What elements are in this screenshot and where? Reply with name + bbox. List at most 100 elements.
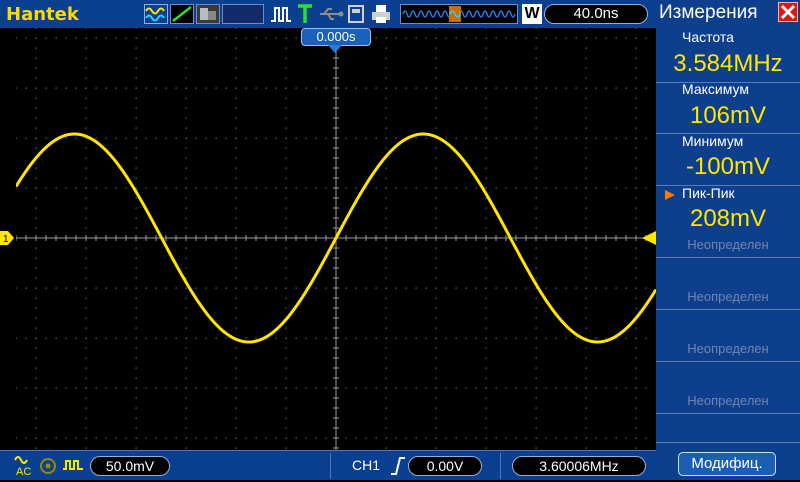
grid-dot [605,137,607,139]
grid-dot [325,287,327,289]
grid-dot [545,87,547,89]
grid-dot [585,227,587,229]
pulse-icon[interactable] [270,5,292,28]
grid-dot [345,187,347,189]
grid-dot [185,167,187,169]
waveform-gray-icon[interactable] [196,4,220,24]
grid-dot [525,137,527,139]
measurement-slot-undefined[interactable]: Неопределен [656,289,800,309]
grid-dot [185,57,187,59]
grid-dot [105,137,107,139]
grid-dot [485,247,487,249]
grid-dot [485,417,487,419]
grid-dot [545,287,547,289]
grid-dot [115,287,117,289]
grid-dot [35,327,37,329]
grid-dot [205,37,207,39]
trigger-level-value[interactable]: 0.00V [408,456,482,476]
grid-dot [405,37,407,39]
grid-dot [85,37,87,39]
grid-dot [485,277,487,279]
measurement-slot-undefined[interactable]: Неопределен [656,393,800,413]
grid-dot [35,227,37,229]
grid-dot [415,437,417,439]
grid-dot [135,77,137,79]
grid-dot [355,287,357,289]
grid-dot [185,147,187,149]
grid-dot [175,387,177,389]
grid-dot [25,187,27,189]
grid-dot [485,147,487,149]
volts-per-div[interactable]: 50.0mV [90,456,170,476]
grid-dot [475,387,477,389]
grid-dot [255,187,257,189]
grid-dot [435,367,437,369]
measurement-label-peak-to-peak[interactable]: Пик-Пик [656,185,800,205]
modify-button[interactable]: Модифиц. [678,452,776,476]
grid-dot [85,207,87,209]
ch1-level-marker[interactable]: 1 [0,231,14,245]
trigger-position-label[interactable]: 0.000s [301,28,371,46]
waveform-line-icon[interactable] [170,4,194,24]
printer-icon[interactable] [370,4,392,29]
grid-dot [125,187,127,189]
grid-dot [585,267,587,269]
grid-dot [285,187,287,189]
trigger-position-arrow-icon[interactable] [328,45,342,53]
close-icon[interactable] [778,2,798,22]
grid-dot [65,287,67,289]
grid-dot [435,257,437,259]
grid-dot [145,87,147,89]
grid-dot [545,187,547,189]
grid-dot [385,97,387,99]
grid-dot [125,137,127,139]
grid-dot [435,377,437,379]
memory-icon[interactable] [346,4,366,29]
grid-dot [405,87,407,89]
measurement-slot-undefined[interactable]: Неопределен [656,237,800,257]
grid-dot [155,87,157,89]
grid-dot [525,437,527,439]
grid-dot [75,387,77,389]
grid-dot [525,337,527,339]
grid-dot [435,327,437,329]
trigger-t-icon[interactable] [296,3,314,30]
grid-dot [645,137,647,139]
grid-dot [435,67,437,69]
waveform-ac-icon[interactable] [144,4,168,24]
trigger-edge-icon[interactable] [390,456,406,481]
grid-dot [435,307,437,309]
grid-dot [405,387,407,389]
trigger-channel[interactable]: CH1 [352,457,380,473]
grid-dot [635,117,637,119]
grid-dot [285,387,287,389]
grid-dot [505,137,507,139]
grid-dot [25,137,27,139]
memory-position-indicator[interactable] [400,4,518,24]
grid-dot [135,357,137,359]
grid-dot [385,127,387,129]
grid-dot [575,387,577,389]
grid-dot [185,137,187,139]
grid-dot [235,187,237,189]
measurement-slot-undefined[interactable]: Неопределен [656,341,800,361]
divider [500,453,501,479]
grid-dot [485,367,487,369]
grid-dot [485,197,487,199]
grid-dot [385,28,387,29]
grid-dot [435,97,437,99]
grid-dot [135,147,137,149]
grid-dot [185,297,187,299]
grid-dot [255,137,257,139]
grid-dot [385,277,387,279]
grid-dot [585,107,587,109]
grid-dot [325,337,327,339]
divider [656,309,800,310]
timebase-display[interactable]: 40.0ns [544,4,648,24]
usb-icon[interactable] [318,6,344,27]
grid-dot [185,267,187,269]
grid-dot [585,87,587,89]
trigger-level-marker[interactable] [640,231,656,245]
grid-dot [185,327,187,329]
grid-dot [635,227,637,229]
